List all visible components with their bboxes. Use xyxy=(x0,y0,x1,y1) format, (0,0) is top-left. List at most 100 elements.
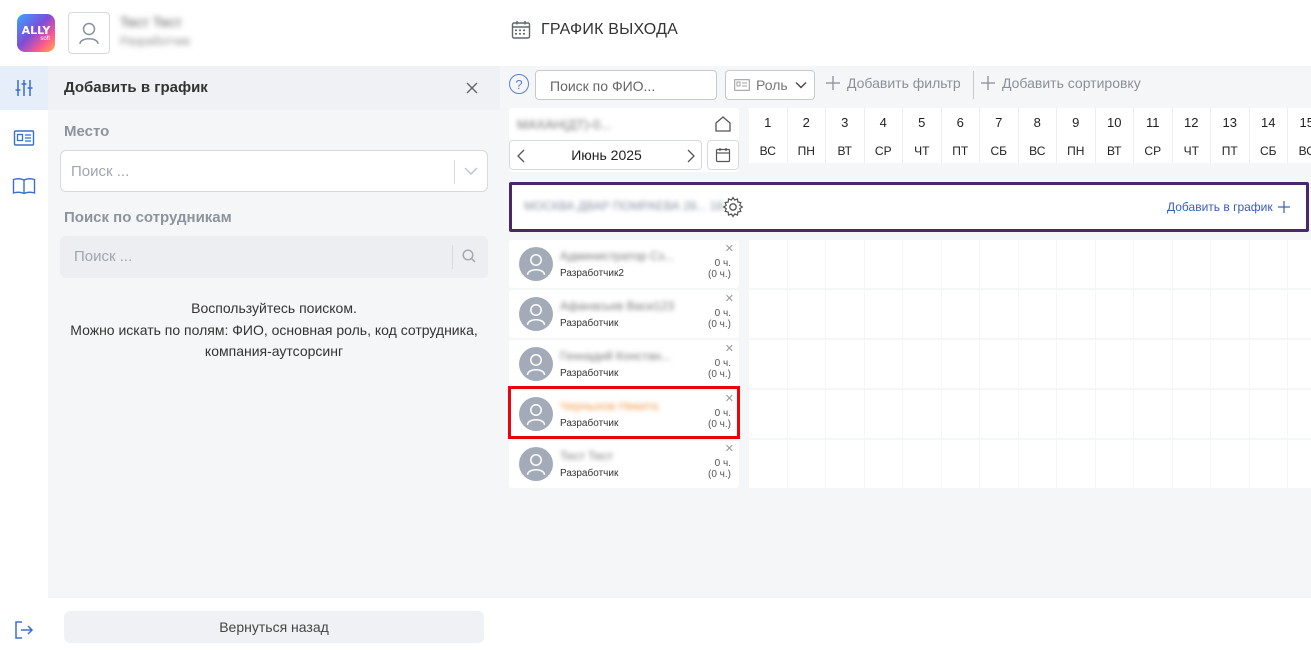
schedule-cell[interactable] xyxy=(903,340,941,388)
help-icon[interactable]: ? xyxy=(509,74,529,94)
add-to-schedule-button[interactable]: Добавить в график xyxy=(1167,200,1291,214)
schedule-cell[interactable] xyxy=(903,390,941,438)
schedule-cell[interactable] xyxy=(1172,240,1210,288)
schedule-cell[interactable] xyxy=(1249,440,1287,488)
schedule-cell[interactable] xyxy=(749,340,787,388)
remove-employee-icon[interactable]: ✕ xyxy=(725,442,734,455)
schedule-cell[interactable] xyxy=(980,440,1018,488)
schedule-cell[interactable] xyxy=(1172,390,1210,438)
employee-card[interactable]: Геннадий Констан... Разработчик 0 ч. (0 ч.)… xyxy=(509,340,739,388)
schedule-cell[interactable] xyxy=(1095,440,1133,488)
schedule-cell[interactable] xyxy=(980,340,1018,388)
calendar-picker-button[interactable] xyxy=(707,140,739,170)
remove-employee-icon[interactable]: ✕ xyxy=(725,242,734,255)
back-button[interactable]: Вернуться назад xyxy=(64,611,484,643)
add-filter-button[interactable]: Добавить фильтр xyxy=(825,75,961,91)
schedule-cell[interactable] xyxy=(1134,240,1172,288)
schedule-cell[interactable] xyxy=(826,440,864,488)
schedule-cell[interactable] xyxy=(826,390,864,438)
schedule-cell[interactable] xyxy=(1134,390,1172,438)
employee-search-input[interactable]: Поиск ... xyxy=(60,236,488,278)
schedule-cell[interactable] xyxy=(1134,440,1172,488)
schedule-cell[interactable] xyxy=(749,290,787,338)
schedule-cell[interactable] xyxy=(826,240,864,288)
rail-logout-button[interactable] xyxy=(0,608,48,652)
employee-card[interactable]: Администратор Сз... Разработчик2 0 ч. (0 ч.… xyxy=(509,240,739,288)
schedule-cell[interactable] xyxy=(1057,290,1095,338)
schedule-cell[interactable] xyxy=(826,290,864,338)
schedule-cell[interactable] xyxy=(1249,240,1287,288)
schedule-cell[interactable] xyxy=(941,390,979,438)
schedule-cell[interactable] xyxy=(903,290,941,338)
schedule-cell[interactable] xyxy=(864,340,902,388)
schedule-cell[interactable] xyxy=(1249,390,1287,438)
schedule-cell[interactable] xyxy=(787,390,825,438)
schedule-cell[interactable] xyxy=(941,290,979,338)
home-icon[interactable] xyxy=(714,115,732,133)
schedule-cell[interactable] xyxy=(864,290,902,338)
schedule-cell[interactable] xyxy=(749,240,787,288)
schedule-cell[interactable] xyxy=(787,240,825,288)
role-dropdown[interactable]: Роль xyxy=(725,70,815,100)
schedule-cell[interactable] xyxy=(1249,290,1287,338)
schedule-cell[interactable] xyxy=(1134,340,1172,388)
schedule-cell[interactable] xyxy=(1095,290,1133,338)
schedule-cell[interactable] xyxy=(787,290,825,338)
schedule-cell[interactable] xyxy=(1057,440,1095,488)
schedule-cell[interactable] xyxy=(1211,240,1249,288)
schedule-cell[interactable] xyxy=(1211,290,1249,338)
schedule-cell[interactable] xyxy=(1288,340,1311,388)
schedule-cell[interactable] xyxy=(980,240,1018,288)
schedule-cell[interactable] xyxy=(1018,440,1056,488)
schedule-cell[interactable] xyxy=(1018,390,1056,438)
rail-filters-button[interactable] xyxy=(0,66,48,110)
fio-search-input[interactable]: Поиск по ФИО... xyxy=(535,70,717,100)
schedule-cell[interactable] xyxy=(980,290,1018,338)
schedule-cell[interactable] xyxy=(1211,340,1249,388)
employee-card[interactable]: Афанасьев Васи123 Разработчик 0 ч. (0 ч.) ✕ xyxy=(509,290,739,338)
schedule-cell[interactable] xyxy=(787,440,825,488)
schedule-cell[interactable] xyxy=(1095,340,1133,388)
search-icon[interactable] xyxy=(461,248,477,264)
ally-soft-logo[interactable]: ALLY soft xyxy=(17,14,55,52)
schedule-cell[interactable] xyxy=(941,440,979,488)
schedule-cell[interactable] xyxy=(1057,240,1095,288)
schedule-cell[interactable] xyxy=(980,390,1018,438)
remove-employee-icon[interactable]: ✕ xyxy=(725,292,734,305)
schedule-cell[interactable] xyxy=(1018,290,1056,338)
schedule-cell[interactable] xyxy=(1057,340,1095,388)
schedule-cell[interactable] xyxy=(749,440,787,488)
schedule-cell[interactable] xyxy=(864,440,902,488)
schedule-cell[interactable] xyxy=(1288,440,1311,488)
schedule-cell[interactable] xyxy=(1095,240,1133,288)
schedule-cell[interactable] xyxy=(1172,440,1210,488)
schedule-cell[interactable] xyxy=(1057,390,1095,438)
chevron-down-icon[interactable] xyxy=(463,163,479,179)
schedule-cell[interactable] xyxy=(1134,290,1172,338)
schedule-cell[interactable] xyxy=(749,390,787,438)
schedule-cell[interactable] xyxy=(1288,390,1311,438)
remove-employee-icon[interactable]: ✕ xyxy=(725,342,734,355)
schedule-cell[interactable] xyxy=(1172,290,1210,338)
schedule-cell[interactable] xyxy=(1095,390,1133,438)
schedule-cell[interactable] xyxy=(864,240,902,288)
add-sort-button[interactable]: Добавить сортировку xyxy=(980,75,1141,91)
schedule-cell[interactable] xyxy=(787,340,825,388)
schedule-cell[interactable] xyxy=(1211,390,1249,438)
schedule-cell[interactable] xyxy=(941,240,979,288)
rail-book-button[interactable] xyxy=(0,164,48,208)
schedule-cell[interactable] xyxy=(864,390,902,438)
user-avatar[interactable] xyxy=(68,12,110,54)
schedule-cell[interactable] xyxy=(903,440,941,488)
chevron-right-icon[interactable] xyxy=(686,148,696,164)
schedule-cell[interactable] xyxy=(941,340,979,388)
schedule-cell[interactable] xyxy=(1211,440,1249,488)
schedule-cell[interactable] xyxy=(1249,340,1287,388)
schedule-cell[interactable] xyxy=(1288,240,1311,288)
place-select[interactable]: Поиск ... xyxy=(60,150,488,192)
schedule-cell[interactable] xyxy=(1018,240,1056,288)
schedule-cell[interactable] xyxy=(826,340,864,388)
schedule-cell[interactable] xyxy=(903,240,941,288)
rail-card-button[interactable] xyxy=(0,116,48,160)
close-icon[interactable] xyxy=(464,80,480,96)
